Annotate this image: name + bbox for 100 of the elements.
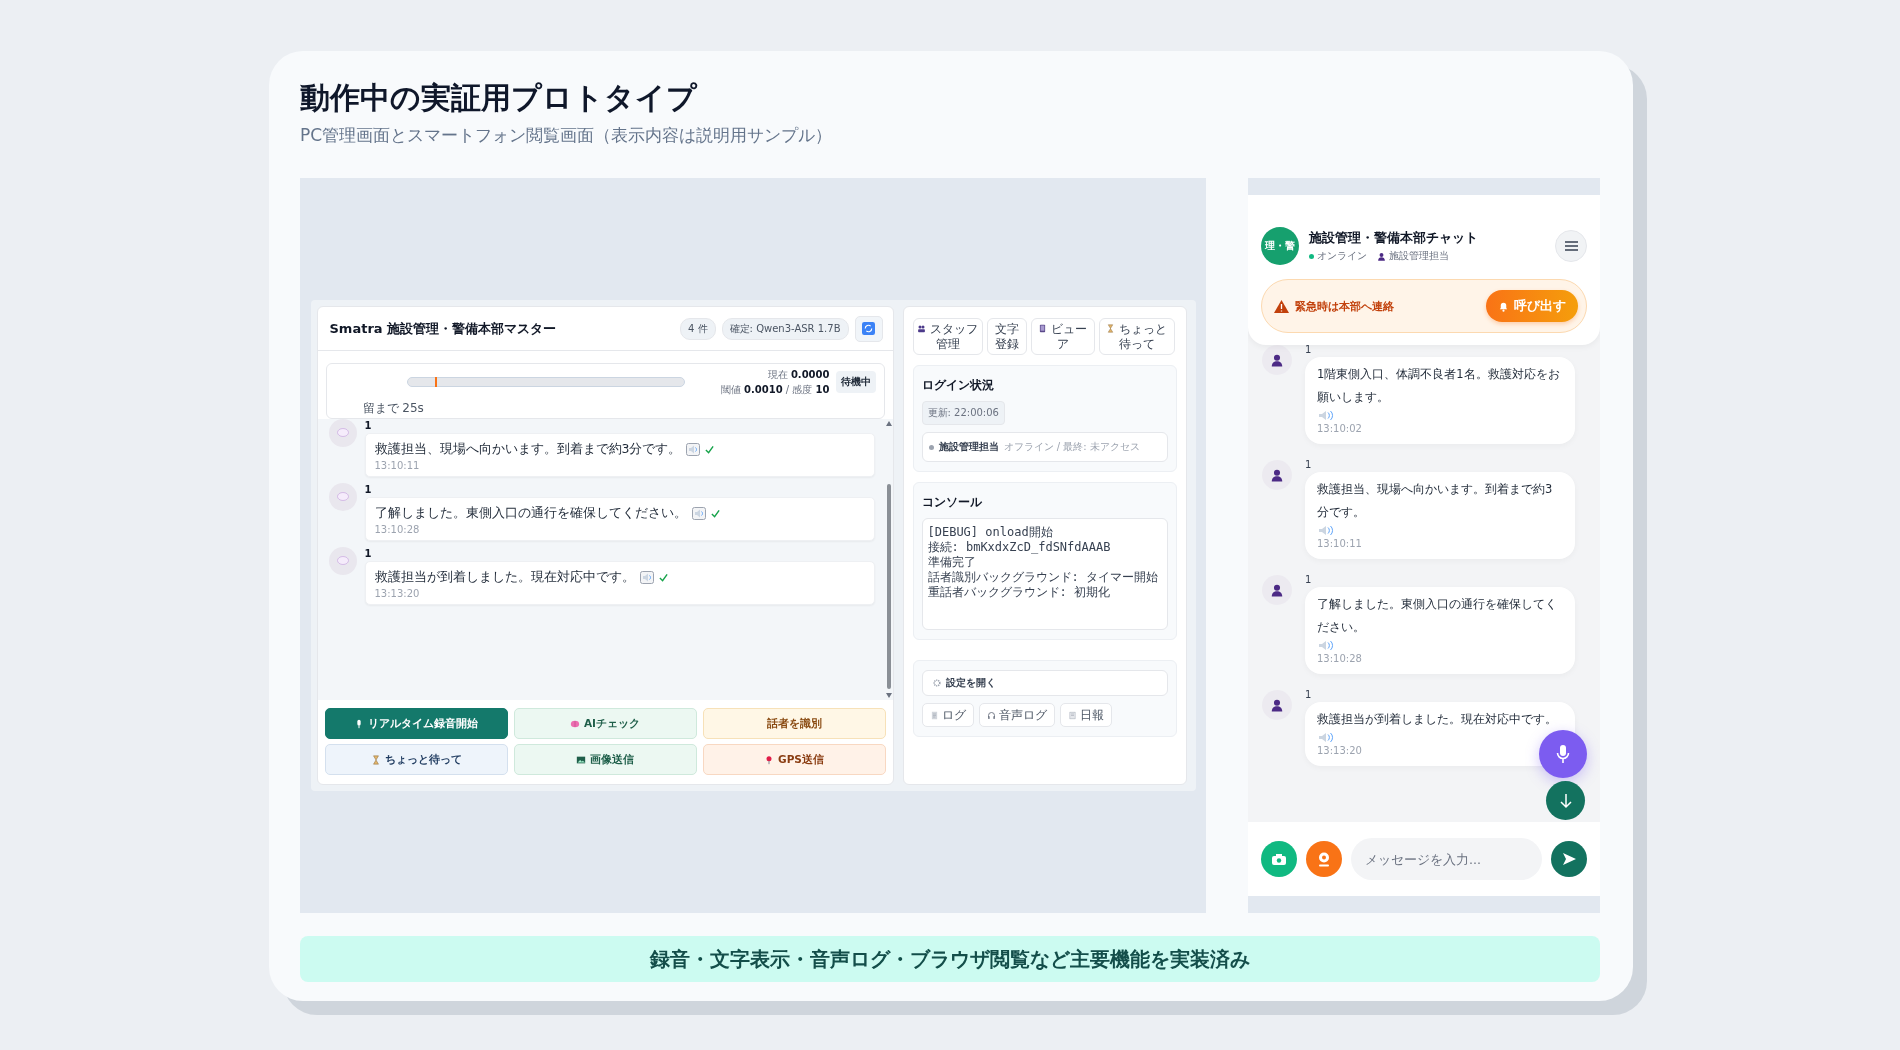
action-button[interactable]: AIチェック: [513, 708, 697, 739]
logo: 理・警: [1261, 227, 1299, 265]
brain-icon: [569, 718, 580, 729]
speaker-icon[interactable]: [691, 507, 706, 520]
scroll-down-icon[interactable]: [885, 693, 892, 698]
message-text: 救護担当が到着しました。現在対応中です。: [1317, 711, 1557, 728]
location-button[interactable]: [1306, 841, 1342, 877]
arrow-down-icon: [1559, 792, 1572, 809]
send-icon: [1562, 853, 1576, 865]
current-level: 現在 0.0000: [767, 367, 830, 382]
action-button[interactable]: ちょっと待って: [324, 744, 508, 775]
speaker-label: 1: [1305, 688, 1312, 702]
section-title: ログイン状況: [921, 377, 995, 394]
emergency-text: 緊急時は本部へ連絡: [1295, 298, 1395, 314]
person-icon: [1270, 468, 1284, 482]
tool-button[interactable]: ビューア: [1030, 318, 1095, 355]
tool-button[interactable]: スタッフ管理: [912, 318, 983, 355]
microphone-icon: [1556, 744, 1570, 764]
message-input[interactable]: メッセージを入力...: [1351, 838, 1542, 880]
speaker-label: 1: [1305, 573, 1312, 587]
slide-subtitle: PC管理画面とスマートフォン閲覧画面（表示内容は説明用サンプル）: [300, 124, 834, 147]
speaker-icon[interactable]: [686, 443, 701, 456]
action-button[interactable]: GPS送信: [702, 744, 886, 775]
action-button[interactable]: リアルタイム録音開始: [324, 708, 508, 739]
speaker-label: 1: [1305, 458, 1312, 472]
user-status: オフライン / 最終: 未アクセス: [1003, 440, 1140, 454]
online-status: オンライン: [1309, 249, 1367, 263]
log-button[interactable]: 音声ログ: [978, 703, 1055, 727]
gear-icon: [932, 679, 941, 687]
person-icon: [1377, 251, 1386, 261]
speaker-label: 1: [1305, 343, 1312, 357]
scroll-down-button[interactable]: [1546, 781, 1585, 820]
message-text: 救護担当、現場へ向かいます。到着まで約3分です。: [374, 441, 682, 458]
chat-bubble-icon: [336, 556, 349, 566]
message-text: 了解しました。東側入口の通行を確保してください。: [374, 505, 687, 522]
console-line: 準備完了: [927, 555, 977, 570]
scroll-thumb[interactable]: [886, 484, 891, 689]
speaker-icon[interactable]: [1317, 409, 1335, 422]
status-badge: 待機中: [835, 371, 876, 393]
chat-bubble-icon: [336, 492, 349, 502]
refresh-button[interactable]: [854, 315, 883, 342]
app-title: Smatra 施設管理・警備本部マスター: [329, 319, 558, 338]
scroll-up-icon[interactable]: [885, 421, 892, 426]
log-button[interactable]: ログ: [921, 703, 974, 727]
menu-icon: [1564, 241, 1578, 251]
document-icon: [929, 710, 939, 720]
menu-button[interactable]: [1555, 230, 1587, 262]
console-line: [DEBUG] onload開始: [927, 525, 1054, 540]
person-icon: [1270, 353, 1284, 367]
log-button[interactable]: 日報: [1059, 703, 1112, 727]
chat-bubble-icon: [336, 428, 349, 438]
microphone-button[interactable]: [1539, 730, 1587, 778]
warning-icon: [1274, 299, 1289, 313]
user-label: 施設管理担当: [1377, 249, 1449, 263]
speaker-label: 1: [364, 483, 372, 497]
updated-time: 更新: 22:00:06: [921, 401, 1005, 425]
summary-banner: 録音・文字表示・音声ログ・ブラウザ閲覧など主要機能を実装済み: [300, 936, 1600, 982]
chat-title: 施設管理・警備本部チャット: [1309, 229, 1479, 247]
speaker-label: 1: [364, 547, 372, 561]
message-text: 了解しました。東側入口の通行を確保してください。: [1317, 596, 1558, 636]
console-line: 接続: bmKxdxZcD_fdSNfdAAAB: [927, 540, 1112, 555]
camera-button[interactable]: [1261, 841, 1297, 877]
message-text: 救護担当が到着しました。現在対応中です。: [374, 569, 635, 586]
message-time: 13:10:11: [374, 460, 421, 471]
console-line: 重話者バックグラウンド: 初期化: [927, 585, 1111, 600]
threshold-reading: 閾値 0.0010 / 感度 10: [720, 382, 830, 397]
person-icon: [1270, 698, 1284, 712]
speaker-icon[interactable]: [1317, 639, 1335, 652]
speaker-icon[interactable]: [1317, 731, 1335, 744]
message-text: 救護担当、現場へ向かいます。到着まで約3分です。: [1317, 481, 1554, 521]
message-text: 1階東側入口、体調不良者1名。救護対応をお願いします。: [1317, 366, 1561, 406]
console-line: 話者識別バックグラウンド: タイマー開始: [927, 570, 1159, 585]
tool-button[interactable]: ちょっと待って: [1098, 318, 1175, 355]
pin-icon: [1318, 851, 1330, 867]
header-badge: 4 件: [680, 317, 716, 340]
speaker-icon[interactable]: [639, 571, 654, 584]
headphones-icon: [986, 710, 996, 720]
message-time: 13:10:28: [1317, 652, 1363, 666]
hourglass-icon: [1106, 323, 1116, 333]
section-title: コンソール: [921, 494, 983, 511]
user-name: 施設管理担当: [938, 440, 999, 454]
message-time: 13:10:28: [374, 524, 421, 535]
message-time: 13:10:11: [1317, 537, 1363, 551]
tool-button[interactable]: 文字登録: [986, 318, 1027, 355]
hourglass-icon: [370, 754, 381, 765]
countdown-text: 留まで 25s: [361, 400, 425, 417]
action-button[interactable]: 画像送信: [513, 744, 697, 775]
message-time: 13:13:20: [374, 588, 421, 599]
settings-button[interactable]: 設定を開く: [921, 670, 1168, 696]
message-time: 13:13:20: [1317, 744, 1363, 758]
people-icon: [917, 323, 927, 333]
person-icon: [1270, 583, 1284, 597]
tablet-icon: [1038, 323, 1048, 333]
speaker-label: 1: [364, 419, 372, 433]
send-button[interactable]: [1551, 841, 1587, 877]
report-icon: [1067, 710, 1077, 720]
slide-title: 動作中の実証用プロトタイプ: [300, 79, 699, 117]
speaker-icon[interactable]: [1317, 524, 1335, 537]
microphone-icon: [354, 718, 364, 729]
action-button[interactable]: 話者を識別: [702, 708, 886, 739]
